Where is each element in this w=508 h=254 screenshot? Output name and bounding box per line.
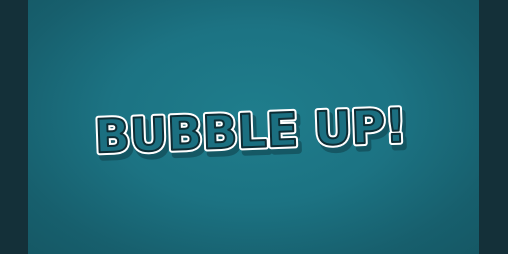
right-letterbox-bar [479,0,508,254]
title-screen: BUBBLE UP! BUBBLE UP! BUBBLE UP! [28,0,479,254]
game-canvas[interactable]: BUBBLE UP! BUBBLE UP! BUBBLE UP! [28,0,479,254]
title-logo: BUBBLE UP! BUBBLE UP! BUBBLE UP! [91,96,414,172]
game-viewport: BUBBLE UP! BUBBLE UP! BUBBLE UP! [0,0,508,254]
game-title: BUBBLE UP! [94,99,407,164]
left-letterbox-bar [0,0,28,254]
